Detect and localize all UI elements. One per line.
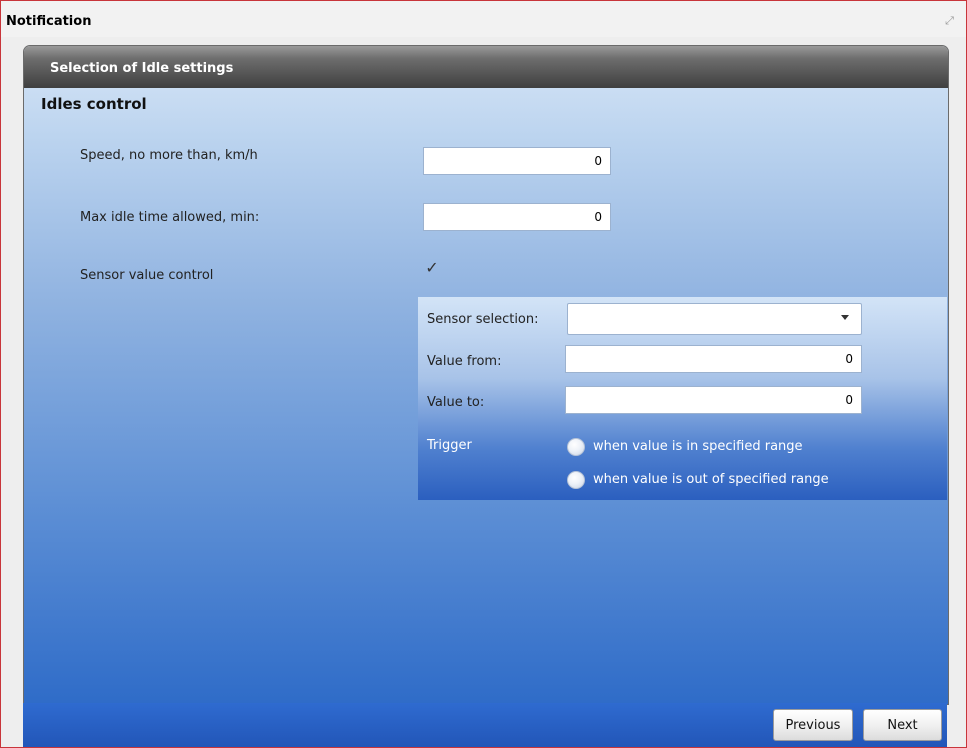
close-icon[interactable]: ⤢	[944, 15, 955, 26]
next-button[interactable]: Next	[863, 709, 942, 741]
sensor-settings-panel: Sensor selection: Value from: 0 Value to…	[418, 297, 947, 500]
title-bar: Notification ⤢	[1, 1, 966, 37]
value-to-input[interactable]: 0	[565, 386, 862, 414]
previous-button[interactable]: Previous	[773, 709, 853, 741]
speed-input[interactable]: 0	[423, 147, 611, 175]
section-title: Idles control	[41, 95, 147, 113]
sensor-control-label: Sensor value control	[80, 268, 214, 283]
speed-label: Speed, no more than, km/h	[80, 148, 258, 163]
sensor-control-checkbox[interactable]: ✓	[423, 259, 441, 277]
window-title: Notification	[6, 14, 92, 29]
value-from-label: Value from:	[427, 354, 502, 369]
radio-label: when value is in specified range	[593, 439, 803, 454]
max-idle-input[interactable]: 0	[423, 203, 611, 231]
radio-button[interactable]	[567, 471, 585, 489]
footer-bar: Previous Next	[23, 703, 947, 747]
max-idle-label: Max idle time allowed, min:	[80, 210, 260, 225]
radio-button[interactable]	[567, 438, 585, 456]
panel-header-title: Selection of Idle settings	[50, 61, 234, 76]
idle-settings-panel: Selection of Idle settings Idles control…	[23, 45, 949, 705]
sensor-selection-dropdown[interactable]	[567, 303, 862, 335]
value-from-input[interactable]: 0	[565, 345, 862, 373]
notification-window: Notification ⤢ Selection of Idle setting…	[0, 0, 967, 748]
trigger-label: Trigger	[427, 438, 472, 453]
panel-header: Selection of Idle settings	[24, 46, 948, 88]
chevron-down-icon[interactable]	[841, 315, 849, 320]
sensor-selection-label: Sensor selection:	[427, 312, 539, 327]
value-to-label: Value to:	[427, 395, 485, 410]
radio-label: when value is out of specified range	[593, 472, 829, 487]
